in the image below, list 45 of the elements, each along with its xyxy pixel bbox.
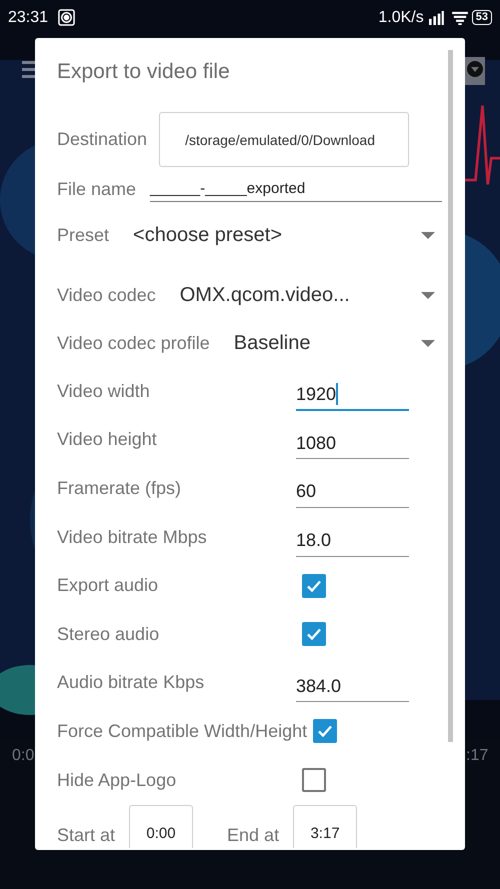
field-label: Preset <box>57 224 110 246</box>
dropdown[interactable]: Baseline <box>210 332 465 354</box>
destination-button[interactable]: /storage/emulated/0/Download <box>159 112 410 167</box>
field-label: Framerate (fps) <box>57 478 182 499</box>
start-time-field[interactable]: 0:00 <box>129 805 194 848</box>
wifi-icon <box>452 10 468 24</box>
field-label: Export audio <box>57 575 160 596</box>
caret-icon <box>421 232 435 238</box>
field-label: Stereo audio <box>57 624 160 645</box>
checkbox[interactable] <box>302 574 326 598</box>
dropdown[interactable]: OMX.qcom.video... <box>156 284 465 306</box>
elapsed-time: 0:0 <box>12 747 34 765</box>
field-label: File name <box>57 178 136 200</box>
dialog-title: Export to video file <box>57 60 231 85</box>
field-label: Start at <box>57 824 116 848</box>
battery-icon: 53 <box>472 10 492 25</box>
field-label: Video codec <box>57 284 156 306</box>
field-label: Video bitrate Mbps <box>57 526 208 548</box>
field-label: Destination <box>57 129 148 150</box>
input-field[interactable]: 60 <box>296 476 409 508</box>
file-name-field[interactable]: ______-_____exported <box>150 176 442 202</box>
end-time-field[interactable]: 3:17 <box>293 805 358 848</box>
checkbox[interactable] <box>302 622 326 646</box>
dropdown[interactable]: <choose preset> <box>109 224 465 246</box>
clock: 23:31 <box>8 8 48 26</box>
screen-record-icon <box>58 9 76 26</box>
duration-time: :17 <box>466 747 488 765</box>
input-field[interactable]: 1920 <box>296 379 409 412</box>
network-speed: 1.0K/s <box>378 8 424 26</box>
field-label: Video width <box>57 380 151 402</box>
checkbox[interactable] <box>313 719 338 744</box>
caret-icon <box>421 340 435 346</box>
field-label: Video codec profile <box>57 332 210 354</box>
signal-icon <box>428 10 444 24</box>
checkbox[interactable] <box>302 768 326 792</box>
input-field[interactable]: 1080 <box>296 428 409 460</box>
download-icon[interactable] <box>465 57 485 85</box>
field-label: End at <box>227 824 280 848</box>
caret-icon <box>421 292 435 298</box>
input-field[interactable]: 384.0 <box>296 671 409 702</box>
field-label: Video height <box>57 429 158 450</box>
field-label: Force Compatible Width/Height <box>57 720 308 742</box>
field-label: Audio bitrate Kbps <box>57 672 206 694</box>
input-field[interactable]: 18.0 <box>296 526 409 557</box>
field-label: Hide App-Logo <box>57 770 178 791</box>
